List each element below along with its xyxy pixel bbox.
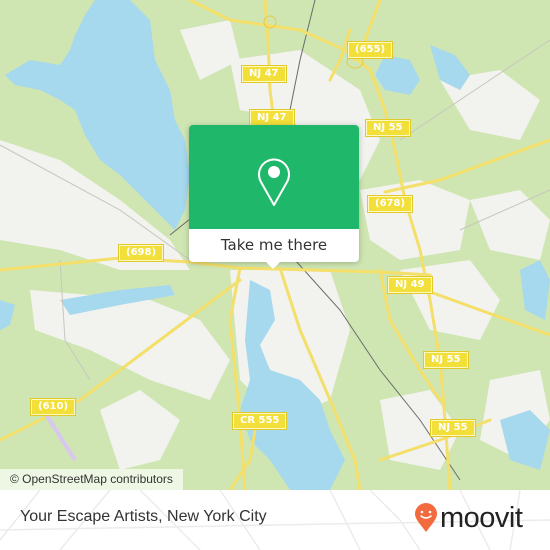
road-shield: (610) bbox=[31, 399, 76, 415]
road-shield: NJ 47 bbox=[242, 66, 286, 82]
footer: Your Escape Artists, New York City moovi… bbox=[0, 490, 550, 550]
popup-header[interactable] bbox=[189, 125, 359, 229]
moovit-pin-icon bbox=[415, 503, 437, 532]
road-shield: NJ 47 bbox=[250, 110, 294, 126]
take-me-there-button[interactable]: Take me there bbox=[189, 229, 359, 262]
road-shield: (678) bbox=[368, 196, 413, 212]
popup-pointer bbox=[265, 261, 281, 269]
moovit-logo[interactable]: moovit bbox=[414, 500, 523, 536]
road-shield: NJ 55 bbox=[366, 120, 410, 136]
road-shield: (655) bbox=[348, 42, 393, 58]
road-shield: NJ 55 bbox=[431, 420, 475, 436]
road-shield: NJ 55 bbox=[424, 352, 468, 368]
map-pin-icon bbox=[258, 158, 290, 206]
place-name: Your Escape Artists, New York City bbox=[20, 508, 267, 525]
map[interactable]: NJ 47 (655) NJ 47 NJ 55 (678) (698) NJ 4… bbox=[0, 0, 550, 490]
road-shield: CR 555 bbox=[233, 413, 287, 429]
map-attribution[interactable]: © OpenStreetMap contributors bbox=[0, 469, 183, 490]
location-popup[interactable]: Take me there bbox=[189, 125, 359, 269]
logo-text: moovit bbox=[440, 501, 523, 534]
road-shield: (698) bbox=[119, 245, 164, 261]
road-shield: NJ 49 bbox=[388, 277, 432, 293]
